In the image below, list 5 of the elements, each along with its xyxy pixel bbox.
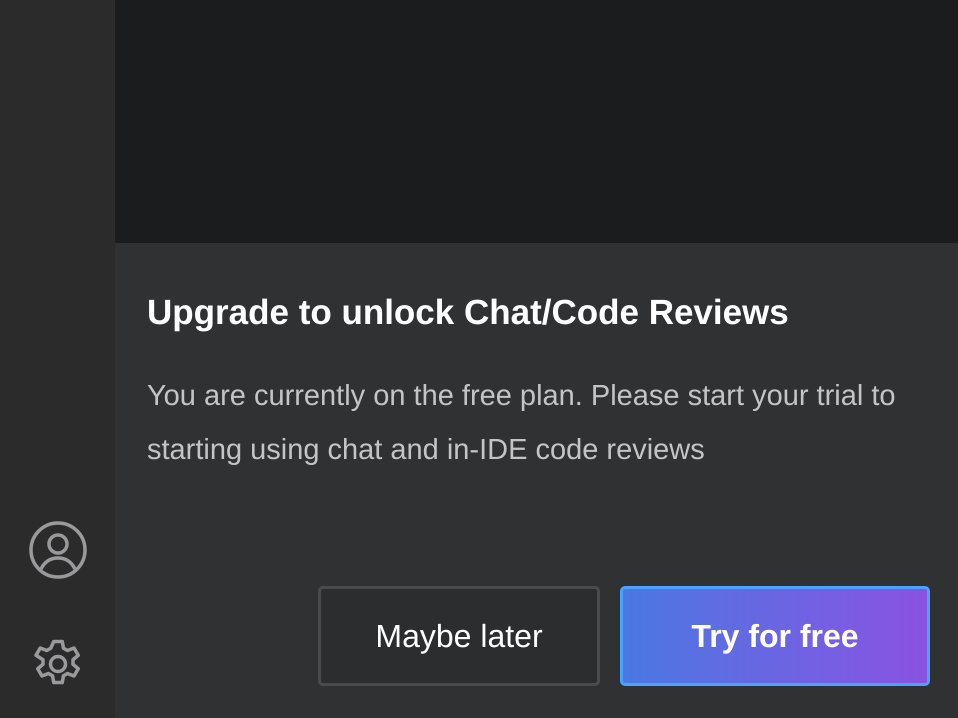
panel-title: Upgrade to unlock Chat/Code Reviews [147,292,790,334]
account-icon[interactable] [28,520,88,580]
later-button[interactable]: Maybe later [318,586,600,686]
panel-message: You are currently on the free plan. Please start your trial to starting using chat and in-IDE code reviews [147,379,897,468]
try-button[interactable]: Try for free [620,586,930,686]
